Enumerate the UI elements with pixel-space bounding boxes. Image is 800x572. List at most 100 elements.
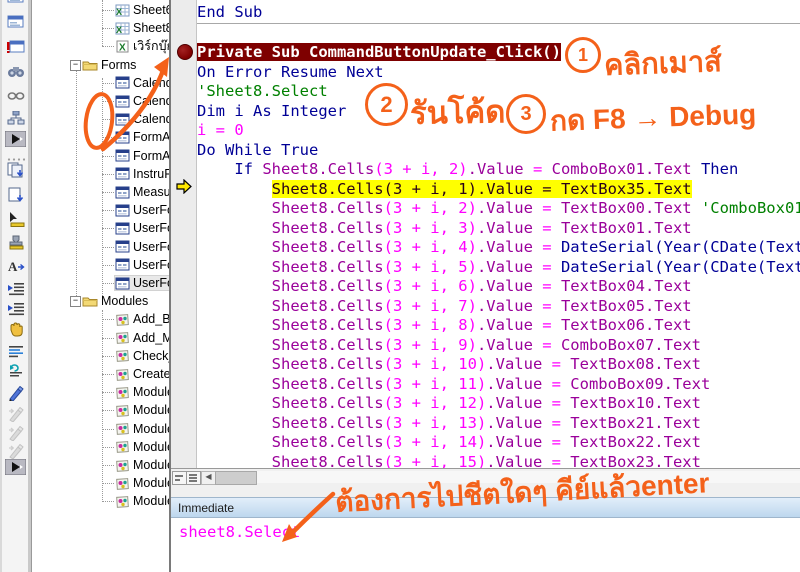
tree-item-modulehid[interactable]: ModuleHid [115, 420, 169, 438]
code-line: Sheet8.Cells(3 + i, 4).Value = DateSeria… [271, 238, 800, 256]
tree-item-userform[interactable]: UserForm [115, 219, 169, 237]
tree-item-userform[interactable]: UserForm [115, 201, 169, 219]
tree-item-create_ta[interactable]: Create_Ta [115, 365, 169, 383]
tree-item-modules[interactable]: Modules [82, 292, 148, 310]
tree-item-label: Add_Butto [133, 312, 171, 327]
tree-connector-stub [102, 501, 114, 503]
tree-item-sheet6in[interactable]: X Sheet6 (in [115, 1, 169, 19]
workbook-icon: X [115, 40, 130, 53]
tree-connector-stub [102, 283, 114, 284]
pen-tool-icon[interactable] [4, 384, 27, 402]
tree-item-modulesh[interactable]: ModuleSh [115, 474, 169, 492]
search-binoculars-icon[interactable] [4, 62, 27, 80]
form-icon [115, 113, 130, 126]
tree-item-label: UserForm [133, 257, 169, 272]
tree-item-add_butto[interactable]: Add_Butto [115, 310, 171, 328]
module-icon [115, 404, 130, 417]
tree-item-calendarf[interactable]: Calendarf [115, 74, 169, 92]
tree-item-userform[interactable]: UserForm [115, 256, 169, 274]
module-icon [115, 495, 130, 508]
form-icon [115, 149, 130, 162]
selected-tree-item: UserForm [114, 275, 169, 291]
pen-tool-disabled-icon-2[interactable] [4, 424, 27, 442]
form-window-icon[interactable] [4, 13, 27, 31]
tree-connector-stub [102, 192, 114, 193]
collapse-panel-arrow-button[interactable] [4, 130, 27, 148]
hierarchy-icon[interactable] [4, 109, 27, 127]
tree-connector-stub [102, 82, 114, 84]
tree-item-calendarf[interactable]: Calendarf [115, 110, 169, 128]
tree-item-forms[interactable]: Forms [82, 56, 136, 74]
code-line: Sheet8.Cells(3 + i, 7).Value = TextBox05… [271, 296, 692, 315]
tree-item-userform[interactable]: UserForm [115, 238, 169, 256]
tree-connector-stub [102, 337, 114, 339]
tree-item-module1[interactable]: Module1 [115, 383, 169, 401]
tree-connector-stub [102, 155, 114, 157]
tree-item-add_meas[interactable]: Add_Meas [115, 329, 169, 347]
form-icon [115, 277, 130, 290]
tree-item-sheet8c[interactable]: X Sheet8 (c [115, 19, 171, 37]
folder-icon [82, 295, 98, 307]
step3-number-circle: 3 [506, 94, 546, 134]
tree-connector-stub [102, 28, 114, 30]
tree-expander-modules[interactable]: − [70, 296, 81, 308]
full-module-view-button[interactable] [186, 471, 201, 485]
font-tool-icon[interactable]: A [4, 257, 27, 275]
tree-item-modulepro[interactable]: ModulePro [115, 438, 169, 456]
module-icon [115, 313, 130, 326]
pen-tool-disabled-icon[interactable] [4, 405, 27, 423]
scroll-left-arrow[interactable]: ◀ [201, 471, 216, 485]
select-measure-icon[interactable] [4, 210, 27, 228]
tree-item-modulere[interactable]: ModuleRe [115, 456, 169, 474]
tree-item-label: Sheet8 (c [133, 21, 171, 36]
project-explorer[interactable]: X Sheet6 (in X Sheet8 (c X เวิร์กบุ๊กนี้ − Form… [32, 0, 171, 572]
form-icon [115, 95, 130, 108]
tree-item-label: ModuleSh [133, 476, 169, 491]
collapse-panel-arrow-button-2[interactable] [4, 458, 27, 476]
tree-item-label: UserForm [133, 221, 169, 236]
side-toolbar: A [0, 0, 32, 572]
tree-item-formaddc[interactable]: FormAddc [115, 128, 171, 146]
tree-item-label: FormAddc [133, 130, 171, 145]
tree-item-userform[interactable]: UserForm [114, 274, 169, 292]
tree-item-calendarf[interactable]: Calendarf [115, 92, 169, 110]
stamp-icon[interactable] [4, 233, 27, 251]
copy-pages-icon[interactable] [4, 161, 27, 179]
export-page-icon[interactable] [4, 186, 27, 204]
form-alert-icon[interactable] [4, 38, 27, 56]
outdent-tool-icon[interactable] [4, 300, 27, 318]
horizontal-scrollbar-thumb[interactable] [215, 471, 257, 485]
tree-item-instruforr[interactable]: InstruForr [115, 165, 169, 183]
tree-expander-forms[interactable]: − [70, 59, 81, 71]
tree-connector-stub [102, 465, 114, 466]
tree-connector-stub [102, 392, 114, 394]
form-icon [115, 186, 130, 199]
tree-item-label: Calendarf [133, 94, 169, 108]
tree-connector-stub [102, 319, 114, 321]
margin-indicator-bar[interactable] [171, 0, 197, 468]
tree-item-module2[interactable]: Module2 [115, 401, 169, 419]
tree-item-moduleus[interactable]: ModuleUs [115, 492, 169, 510]
form-icon [115, 167, 130, 180]
immediate-window[interactable]: sheet8.Select [171, 519, 800, 572]
form-window-partial-icon[interactable] [4, 0, 27, 6]
procedure-view-button[interactable] [172, 471, 187, 485]
step1-number-circle: 1 [565, 37, 601, 73]
tree-item-formaddc[interactable]: FormAddc [115, 147, 169, 165]
module-icon [115, 459, 130, 472]
align-lines-icon[interactable] [4, 342, 27, 360]
step3-annotation-text: กด F8 → Debug [549, 98, 757, 137]
tree-item-check_sh[interactable]: Check_Sh [115, 347, 169, 365]
undo-format-icon[interactable] [4, 361, 27, 379]
form-icon [115, 222, 130, 235]
code-line: Sheet8.Cells(3 + i, 14).Value = TextBox2… [271, 433, 701, 451]
tree-item-measurefo[interactable]: Measurefo [115, 183, 169, 201]
indent-tool-icon[interactable] [4, 280, 27, 298]
view-glasses-icon[interactable] [4, 86, 27, 104]
hand-tool-icon[interactable] [4, 320, 27, 338]
tree-connector-stub [102, 246, 114, 248]
code-line: Sheet8.Cells(3 + i, 3).Value = TextBox01… [271, 218, 692, 237]
tree-item-[interactable]: X เวิร์กบุ๊กนี้ [115, 37, 169, 55]
folder-icon [82, 59, 98, 71]
code-line: Sheet8.Cells(3 + i, 8).Value = TextBox06… [271, 316, 692, 334]
